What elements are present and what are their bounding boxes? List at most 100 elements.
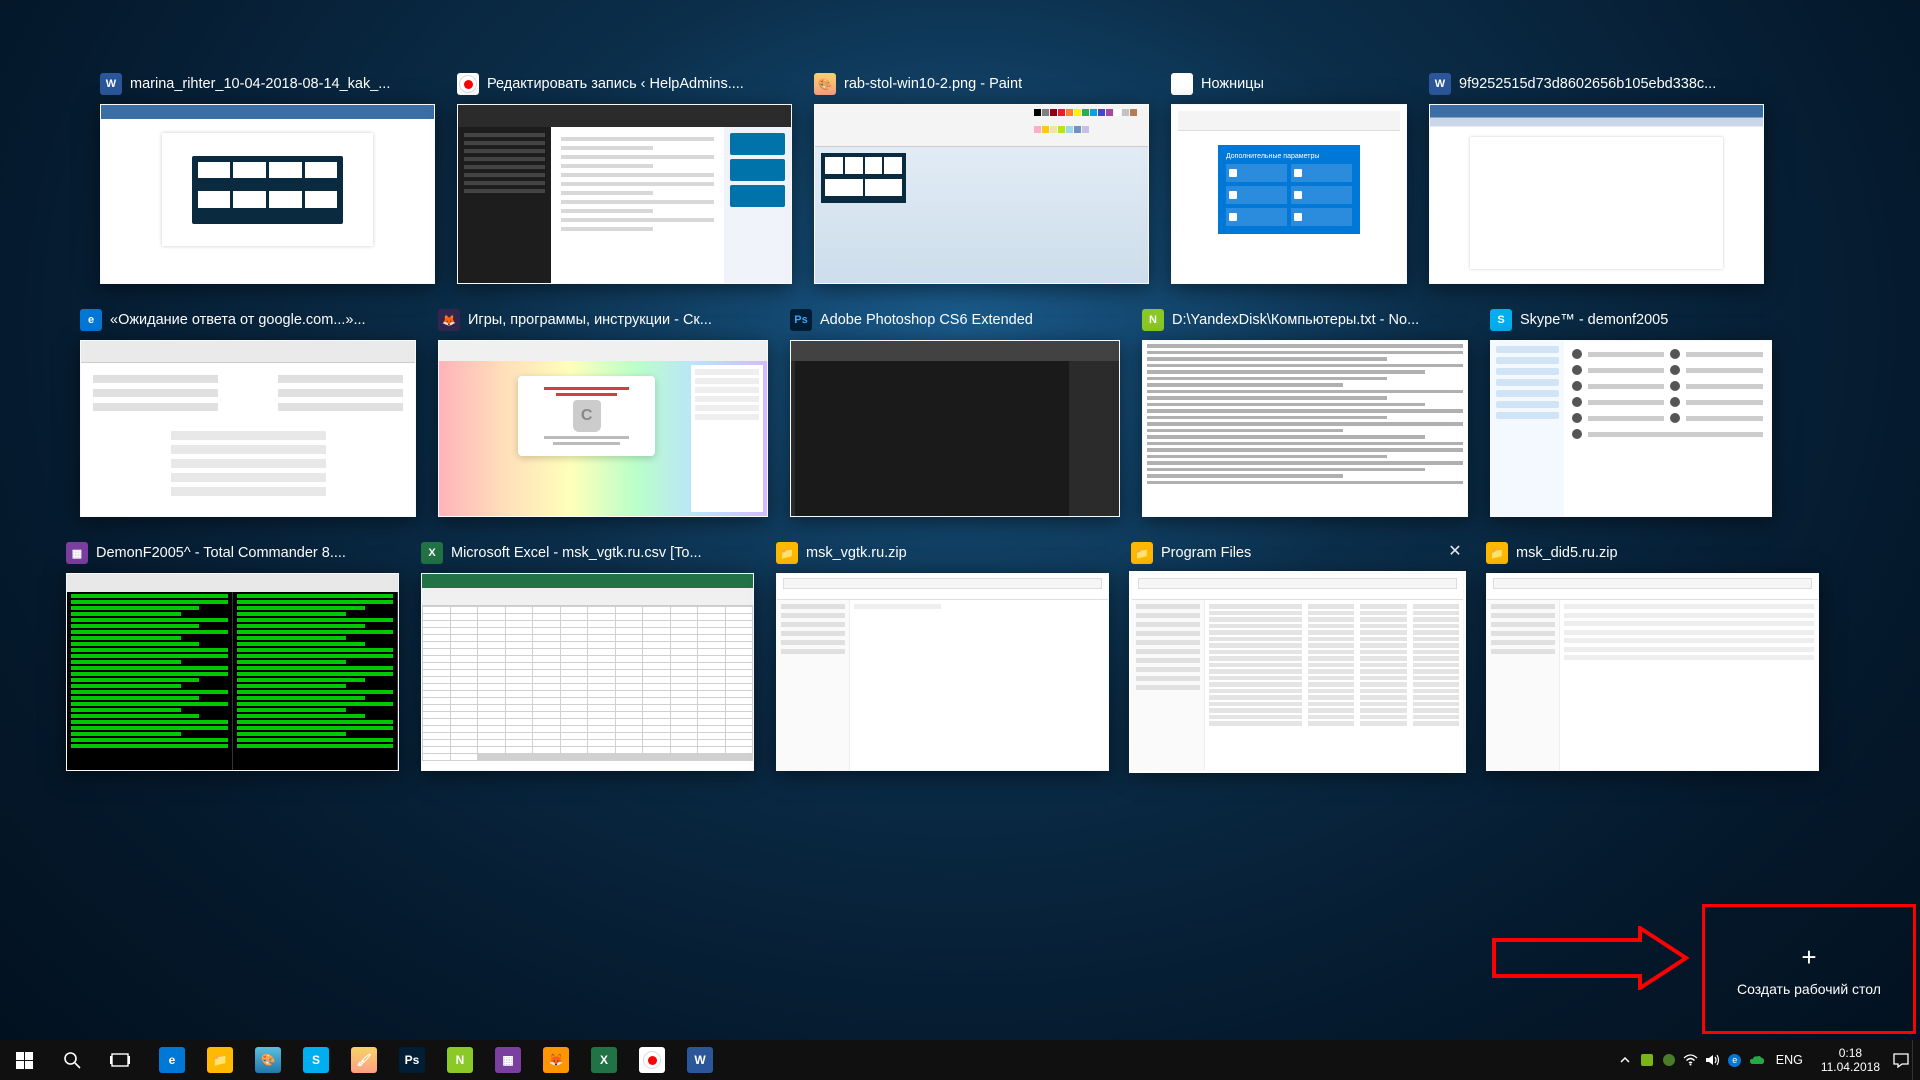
window-row-3: ▦ DemonF2005^ - Total Commander 8.... X … [66, 539, 1820, 771]
total-commander-icon: ▦ [66, 542, 88, 564]
thumbnail[interactable] [1131, 573, 1464, 771]
tray-icon[interactable] [1636, 1040, 1658, 1080]
window-thumb[interactable]: e «Ожидание ответа от google.com...»... [80, 306, 416, 517]
firefox-icon: 🦊 [543, 1047, 569, 1073]
show-desktop-button[interactable] [1912, 1040, 1920, 1080]
taskbar-app-skype[interactable]: S [292, 1040, 340, 1080]
tray-onedrive-button[interactable] [1746, 1040, 1768, 1080]
window-thumb[interactable]: 📁 msk_did5.ru.zip [1486, 539, 1819, 771]
window-title: Редактировать запись ‹ HelpAdmins.... [487, 76, 744, 92]
window-thumb[interactable]: Редактировать запись ‹ HelpAdmins.... [457, 70, 792, 284]
thumbnail[interactable] [1490, 340, 1772, 517]
thumbnail[interactable] [1486, 573, 1819, 771]
task-view-button[interactable] [96, 1040, 144, 1080]
annotation-arrow-icon [1490, 926, 1690, 990]
folder-icon: 📁 [1131, 542, 1153, 564]
taskbar-app-firefox[interactable]: 🦊 [532, 1040, 580, 1080]
taskbar-app-excel[interactable]: X [580, 1040, 628, 1080]
thumbnail[interactable] [100, 104, 435, 284]
window-title: Adobe Photoshop CS6 Extended [820, 312, 1033, 328]
window-title: rab-stol-win10-2.png - Paint [844, 76, 1022, 92]
window-thumb[interactable]: X Microsoft Excel - msk_vgtk.ru.csv [To.… [421, 539, 754, 771]
new-desktop-label: Создать рабочий стол [1737, 981, 1881, 997]
paint-palette-icon: 🎨 [255, 1047, 281, 1073]
thumbnail[interactable]: Дополнительные параметры [1171, 104, 1407, 284]
taskbar-app-explorer[interactable]: 📁 [196, 1040, 244, 1080]
window-title: msk_did5.ru.zip [1516, 545, 1618, 561]
yandex-browser-icon [639, 1047, 665, 1073]
notepadpp-icon: N [447, 1047, 473, 1073]
tray-icon[interactable]: e [1724, 1040, 1746, 1080]
tray-icon[interactable] [1658, 1040, 1680, 1080]
taskbar-app-paint[interactable]: 🎨 [244, 1040, 292, 1080]
window-thumb[interactable]: W 9f9252515d73d8602656b105ebd338c... [1429, 70, 1764, 284]
window-title: «Ожидание ответа от google.com...»... [110, 312, 366, 328]
thumbnail[interactable] [421, 573, 754, 771]
thumbnail[interactable] [776, 573, 1109, 771]
taskbar-app-word[interactable]: W [676, 1040, 724, 1080]
window-thumb[interactable]: Ps Adobe Photoshop CS6 Extended [790, 306, 1120, 517]
action-center-button[interactable] [1890, 1040, 1912, 1080]
photoshop-icon: Ps [790, 309, 812, 331]
window-thumb[interactable]: N D:\YandexDisk\Компьютеры.txt - No... [1142, 306, 1468, 517]
thumbnail[interactable] [790, 340, 1120, 517]
thumbnail[interactable] [80, 340, 416, 517]
taskbar-app-notepadpp[interactable]: N [436, 1040, 484, 1080]
window-thumb[interactable]: 📁 msk_vgtk.ru.zip [776, 539, 1109, 771]
thumbnail[interactable] [1142, 340, 1468, 517]
window-thumb[interactable]: ▦ DemonF2005^ - Total Commander 8.... [66, 539, 399, 771]
app-tray-icon: e [1728, 1054, 1741, 1067]
notepadpp-icon: N [1142, 309, 1164, 331]
task-view-icon [110, 1052, 130, 1068]
skype-icon: S [303, 1047, 329, 1073]
window-title: Skype™ - demonf2005 [1520, 312, 1668, 328]
taskbar-app-mspaint[interactable]: 🖌 [340, 1040, 388, 1080]
search-button[interactable] [48, 1040, 96, 1080]
clock-button[interactable]: 0:18 11.04.2018 [1811, 1046, 1890, 1074]
skype-icon: S [1490, 309, 1512, 331]
window-thumb[interactable]: 📁 Program Files ✕ [1131, 539, 1464, 771]
language-indicator[interactable]: ENG [1768, 1053, 1811, 1067]
new-desktop-button[interactable]: + Создать рабочий стол [1704, 906, 1914, 1032]
tray-overflow-button[interactable] [1614, 1040, 1636, 1080]
paint-icon: 🎨 [814, 73, 836, 95]
taskbar-app-photoshop[interactable]: Ps [388, 1040, 436, 1080]
word-icon: W [687, 1047, 713, 1073]
thumbnail[interactable] [438, 340, 768, 517]
thumbnail[interactable] [1429, 104, 1764, 284]
excel-icon: X [591, 1047, 617, 1073]
window-title: Ножницы [1201, 76, 1264, 92]
window-title: msk_vgtk.ru.zip [806, 545, 907, 561]
thumbnail[interactable] [66, 573, 399, 771]
thumbnail[interactable] [457, 104, 792, 284]
excel-icon: X [421, 542, 443, 564]
edge-icon: e [159, 1047, 185, 1073]
firefox-icon: 🦊 [438, 309, 460, 331]
cloud-sync-icon [1749, 1055, 1765, 1066]
thumbnail[interactable] [814, 104, 1149, 284]
window-thumb[interactable]: 🎨 rab-stol-win10-2.png - Paint [814, 70, 1149, 284]
folder-icon: 📁 [776, 542, 798, 564]
photoshop-icon: Ps [399, 1047, 425, 1073]
yandex-browser-icon [457, 73, 479, 95]
window-title: DemonF2005^ - Total Commander 8.... [96, 545, 346, 561]
taskbar-app-tc[interactable]: ▦ [484, 1040, 532, 1080]
close-icon[interactable]: ✕ [1446, 544, 1464, 562]
window-title: Program Files [1161, 545, 1251, 561]
window-thumb[interactable]: ✂ Ножницы Дополнительные параметры [1171, 70, 1407, 284]
window-row-2: e «Ожидание ответа от google.com...»... … [80, 306, 1820, 517]
snip-heading: Дополнительные параметры [1226, 153, 1352, 160]
window-thumb[interactable]: 🦊 Игры, программы, инструкции - Ск... [438, 306, 768, 517]
window-title: marina_rihter_10-04-2018-08-14_kak_... [130, 76, 390, 92]
start-button[interactable] [0, 1040, 48, 1080]
taskbar-app-yandex[interactable] [628, 1040, 676, 1080]
app-tray-icon [1641, 1054, 1653, 1066]
taskbar-app-edge[interactable]: e [148, 1040, 196, 1080]
window-thumb[interactable]: S Skype™ - demonf2005 [1490, 306, 1772, 517]
edge-icon: e [80, 309, 102, 331]
speaker-icon [1705, 1053, 1720, 1067]
word-icon: W [100, 73, 122, 95]
tray-volume-button[interactable] [1702, 1040, 1724, 1080]
tray-network-button[interactable] [1680, 1040, 1702, 1080]
window-thumb[interactable]: W marina_rihter_10-04-2018-08-14_kak_... [100, 70, 435, 284]
